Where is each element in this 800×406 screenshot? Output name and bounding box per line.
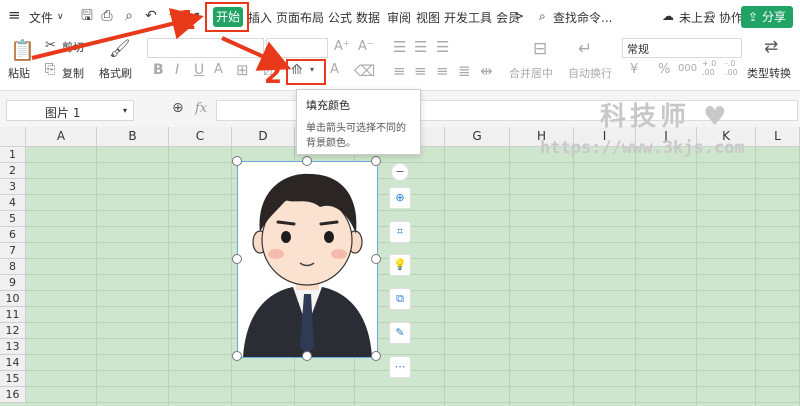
- annotation-arrow-1: [31, 8, 204, 60]
- annotation-number-1: 1: [178, 6, 197, 36]
- annotation-arrows: [31, 8, 292, 71]
- annotation-number-2: 2: [264, 60, 283, 90]
